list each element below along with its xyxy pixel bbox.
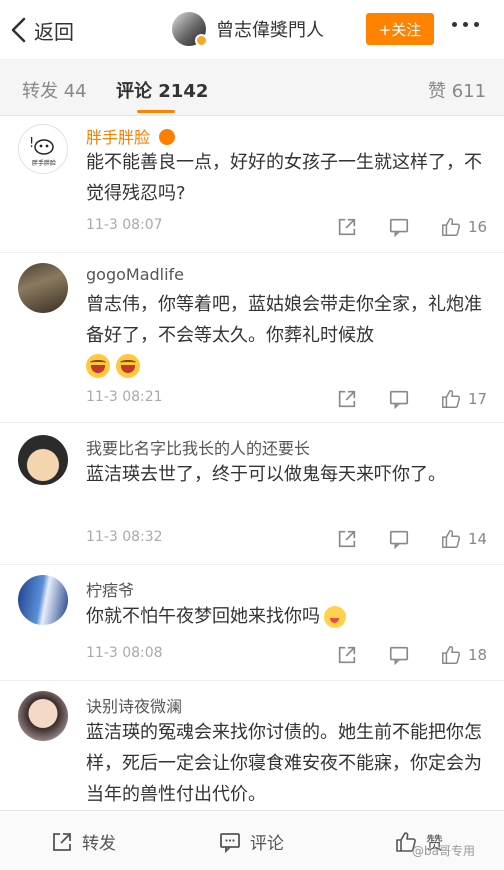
active-tab-indicator [137, 110, 175, 113]
account-profile[interactable]: 曾志偉獎門人 [172, 12, 324, 47]
thumbs-up-icon [442, 390, 461, 408]
like-count: 17 [468, 390, 488, 408]
tab-likes-count: 611 [451, 81, 487, 102]
comment-list: ! 胖手胖脸 胖手胖脸 能不能善良一点，好好的女孩子一生就这样了，不觉得残忍吗?… [0, 116, 504, 810]
reply-comment-button[interactable] [388, 385, 410, 413]
comment-text: 蓝洁瑛去世了，终于可以做鬼每天来吓你了。 [86, 464, 446, 485]
comment-item: 我要比名字比我长的人的还要长 蓝洁瑛去世了，终于可以做鬼每天来吓你了。 11-3… [0, 422, 504, 564]
more-options-icon[interactable] [452, 22, 479, 27]
comment-text-content: 你就不怕午夜梦回她来找你吗 [86, 606, 320, 627]
comment-avatar[interactable] [18, 691, 68, 741]
comment-time: 11-3 08:07 [86, 217, 163, 233]
comment-avatar[interactable] [18, 575, 68, 625]
tab-repost[interactable]: 转发 44 [22, 77, 87, 103]
like-comment-button[interactable]: 16 [440, 213, 487, 241]
thumbs-up-icon [442, 646, 461, 664]
bottom-action-bar: 转发 评论 赞 [0, 810, 504, 870]
avatar-badge-text: 胖手胖脸 [31, 160, 56, 167]
reply-comment-button[interactable] [388, 641, 410, 669]
comment-avatar[interactable]: ! 胖手胖脸 [18, 124, 68, 174]
comment-item: gogoMadlife 曾志伟，你等着吧，蓝姑娘会带走你全家，礼炮准备好了，不会… [0, 252, 504, 422]
comment-avatar[interactable] [18, 263, 68, 313]
emoji-row [86, 350, 146, 381]
top-bar: 返回 曾志偉獎門人 +关注 [0, 0, 504, 60]
comment-button[interactable]: 评论 [218, 829, 284, 854]
comment-username[interactable]: 我要比名字比我长的人的还要长 [86, 435, 310, 459]
vip-crown-icon [159, 129, 176, 145]
like-count: 14 [468, 530, 488, 548]
svg-text:!: ! [29, 136, 34, 151]
comment-time: 11-3 08:21 [86, 389, 163, 405]
comment-item: 诀别诗夜微澜 蓝洁瑛的冤魂会来找你讨债的。她生前不能把你怎样，死后一定会让你寝食… [0, 680, 504, 810]
tab-likes-label: 赞 [428, 81, 446, 102]
smiling-emoji-icon [324, 606, 346, 628]
like-comment-button[interactable]: 14 [440, 525, 487, 553]
account-name[interactable]: 曾志偉獎門人 [216, 16, 324, 42]
comment-username[interactable]: 柠痞爷 [86, 577, 134, 601]
comment-time: 11-3 08:32 [86, 529, 163, 545]
comment-icon [389, 390, 409, 410]
share-icon [53, 832, 71, 851]
share-icon [338, 390, 356, 408]
share-icon [338, 530, 356, 548]
follow-button[interactable]: +关注 [366, 13, 434, 45]
comment-item: ! 胖手胖脸 胖手胖脸 能不能善良一点，好好的女孩子一生就这样了，不觉得残忍吗?… [0, 116, 504, 238]
comment-meta: 11-3 08:21 17 [86, 385, 490, 413]
thumbs-up-icon [442, 218, 461, 236]
laughing-emoji-icon [86, 353, 110, 378]
comment-username[interactable]: 胖手胖脸 [86, 124, 176, 148]
comment-icon [220, 832, 240, 853]
tab-likes[interactable]: 赞 611 [428, 77, 486, 103]
comment-text: 蓝洁瑛的冤魂会来找你讨债的。她生前不能把你怎样，死后一定会让你寝食难安夜不能寐，… [86, 722, 482, 805]
comment-text: 能不能善良一点，好好的女孩子一生就这样了，不觉得残忍吗? [86, 152, 482, 204]
tab-comments-label: 评论 [116, 81, 152, 102]
comment-icon [389, 530, 409, 550]
repost-comment-button[interactable] [336, 213, 358, 241]
comment-time: 11-3 08:08 [86, 645, 163, 661]
tab-bar: 转发 44 评论 2142 赞 611 [0, 60, 504, 116]
thumbs-up-icon [442, 530, 461, 548]
share-icon [338, 646, 356, 664]
comment-text: 你就不怕午夜梦回她来找你吗 [86, 601, 486, 632]
repost-comment-button[interactable] [336, 641, 358, 669]
share-icon [338, 218, 356, 236]
like-comment-button[interactable]: 18 [440, 641, 487, 669]
comment-meta: 11-3 08:07 16 [86, 213, 490, 241]
comment-meta: 11-3 08:08 18 [86, 641, 490, 669]
like-comment-button[interactable]: 17 [440, 385, 487, 413]
watermark: @ba哥专用 [412, 844, 475, 858]
laughing-emoji-icon [116, 353, 140, 378]
comment-username[interactable]: gogoMadlife [86, 265, 184, 284]
comment-text: 曾志伟，你等着吧，蓝姑娘会带走你全家，礼炮准备好了，不会等太久。你葬礼时候放 [86, 294, 482, 346]
comment-meta: 11-3 08:32 14 [86, 525, 490, 553]
reply-comment-button[interactable] [388, 213, 410, 241]
like-count: 18 [468, 646, 488, 664]
comment-avatar[interactable] [18, 435, 68, 485]
comment-label: 评论 [250, 834, 284, 854]
comment-icon [389, 218, 409, 238]
back-button[interactable]: 返回 [10, 14, 74, 46]
tab-comments[interactable]: 评论 2142 [116, 77, 208, 103]
tab-repost-label: 转发 [22, 81, 58, 102]
comment-item: 柠痞爷 你就不怕午夜梦回她来找你吗 11-3 08:08 18 [0, 564, 504, 680]
account-avatar[interactable] [172, 12, 208, 47]
chevron-left-icon [11, 17, 26, 43]
tab-comments-count: 2142 [158, 81, 209, 102]
reply-comment-button[interactable] [388, 525, 410, 553]
comment-username[interactable]: 诀别诗夜微澜 [86, 693, 182, 717]
repost-button[interactable]: 转发 [50, 829, 116, 854]
comment-icon [389, 646, 409, 666]
repost-comment-button[interactable] [336, 385, 358, 413]
back-label: 返回 [34, 19, 74, 44]
like-count: 16 [468, 218, 488, 236]
repost-comment-button[interactable] [336, 525, 358, 553]
verified-badge-icon [195, 34, 208, 47]
tab-repost-count: 44 [63, 81, 87, 102]
repost-label: 转发 [82, 834, 116, 854]
